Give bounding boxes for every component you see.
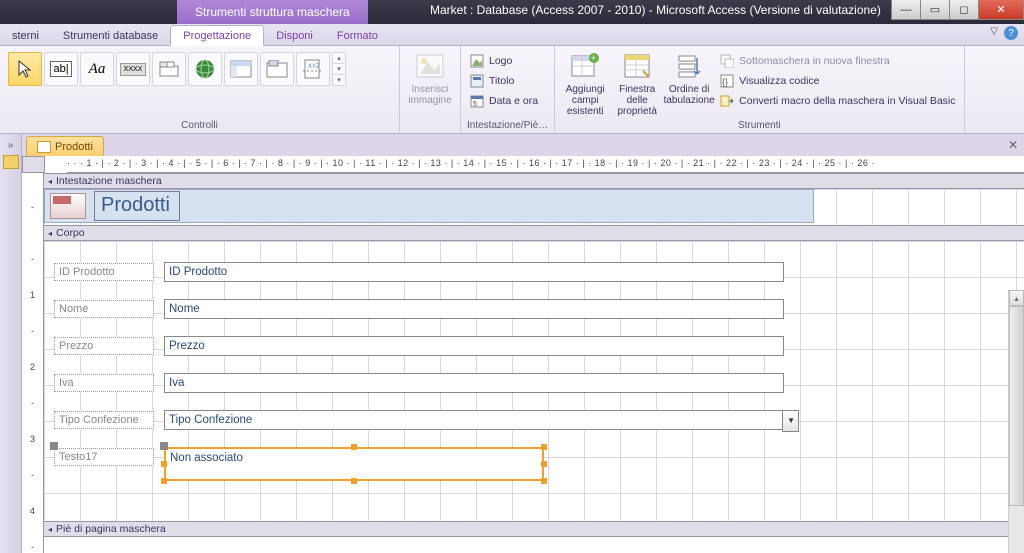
field-label-5[interactable]: Testo17: [54, 448, 154, 466]
maximize-button[interactable]: ◻: [949, 0, 979, 20]
field-label-4[interactable]: Tipo Confezione: [54, 411, 154, 429]
finestra-proprieta-button[interactable]: Finestra delle proprietà: [613, 48, 661, 119]
tab-formato[interactable]: Formato: [325, 26, 390, 45]
section-arrow-icon: ◂: [48, 525, 52, 534]
field-label-1[interactable]: Nome: [54, 300, 154, 318]
inserisci-immagine-button[interactable]: Inserisci immagine: [406, 48, 454, 108]
window-title: Market : Database (Access 2007 - 2010) -…: [430, 3, 881, 17]
selection-handle[interactable]: [541, 444, 547, 450]
group-controlli-label: Controlli: [6, 119, 393, 133]
section-arrow-icon: ◂: [48, 229, 52, 238]
form-title-label[interactable]: Prodotti: [94, 191, 180, 221]
move-handle[interactable]: [160, 442, 168, 450]
restore-button[interactable]: ▭: [920, 0, 950, 20]
title-bar: Strumenti struttura maschera Market : Da…: [0, 0, 1024, 24]
field-label-2[interactable]: Prezzo: [54, 337, 154, 355]
gallery-pagebreak[interactable]: XYZ: [296, 52, 330, 86]
gallery-pointer[interactable]: [8, 52, 42, 86]
selection-handle[interactable]: [161, 461, 167, 467]
help-icon[interactable]: ?: [1004, 26, 1018, 40]
group-strumenti-label: Strumenti: [561, 119, 957, 133]
ruler-corner[interactable]: [23, 157, 45, 173]
gallery-textbox[interactable]: ab|: [44, 52, 78, 86]
vertical-ruler[interactable]: --1-2-3-4-5-6-7-: [22, 173, 44, 553]
ordine-tabulazione-button[interactable]: Ordine di tabulazione: [665, 48, 713, 108]
ribbon-tabs: sterni Strumenti database Progettazione …: [0, 24, 1024, 46]
gallery-option-group[interactable]: [260, 52, 294, 86]
svg-text:XYZ: XYZ: [308, 64, 320, 70]
field-control-4[interactable]: Tipo Confezione▼: [164, 410, 784, 430]
converti-macro-button[interactable]: Converti macro della maschera in Visual …: [717, 92, 957, 110]
field-control-5[interactable]: Non associato: [164, 447, 544, 481]
combo-caret-icon[interactable]: ▼: [787, 416, 795, 425]
section-arrow-icon: ◂: [48, 177, 52, 186]
ribbon-minimize-icon[interactable]: ▽: [990, 26, 998, 40]
selection-handle[interactable]: [541, 461, 547, 467]
field-label-0[interactable]: ID Prodotto: [54, 263, 154, 281]
design-surface[interactable]: ◂Intestazione maschera Prodotti ◂Corpo I…: [44, 173, 1024, 553]
data-ora-button[interactable]: 5Data e ora: [467, 92, 540, 110]
form-logo-placeholder[interactable]: [50, 193, 86, 219]
section-bar-footer[interactable]: ◂Piè di pagina maschera: [44, 521, 1024, 537]
nav-expand-icon[interactable]: »: [8, 140, 14, 151]
ribbon: ab| Aa XXXX XYZ ▴▾▾ Controlli Inserisci …: [0, 46, 1024, 134]
move-handle[interactable]: [50, 442, 58, 450]
scroll-thumb[interactable]: [1009, 306, 1024, 506]
sottomaschera-button[interactable]: Sottomaschera in nuova finestra: [717, 52, 957, 70]
controls-gallery[interactable]: ab| Aa XXXX XYZ ▴▾▾: [6, 48, 348, 90]
svg-text:+: +: [591, 53, 596, 63]
logo-button[interactable]: Logo: [467, 52, 540, 70]
gallery-button[interactable]: XXXX: [116, 52, 150, 86]
svg-text:5: 5: [473, 101, 477, 108]
selection-handle[interactable]: [351, 478, 357, 484]
group-intestazione-label: Intestazione/Piè…: [467, 119, 548, 133]
tab-disponi[interactable]: Disponi: [264, 26, 325, 45]
document-close-icon[interactable]: ✕: [1008, 138, 1018, 152]
field-label-3[interactable]: Iva: [54, 374, 154, 392]
section-bar-header[interactable]: ◂Intestazione maschera: [44, 173, 1024, 189]
horizontal-ruler[interactable]: · · · 1 · | · 2 · | · 3 · | · 4 · | · 5 …: [67, 157, 1024, 173]
tab-progettazione[interactable]: Progettazione: [170, 25, 264, 46]
field-control-3[interactable]: Iva: [164, 373, 784, 393]
document-tabs: Prodotti ✕: [22, 134, 1024, 156]
selection-handle[interactable]: [351, 444, 357, 450]
gallery-more[interactable]: ▴▾▾: [332, 52, 346, 86]
scroll-up-button[interactable]: ▴: [1009, 290, 1024, 306]
vertical-scrollbar[interactable]: ▴: [1008, 290, 1024, 553]
titolo-button[interactable]: Titolo: [467, 72, 540, 90]
gallery-navigation[interactable]: [224, 52, 258, 86]
field-control-0[interactable]: ID Prodotto: [164, 262, 784, 282]
visualizza-codice-button[interactable]: {}Visualizza codice: [717, 72, 957, 90]
field-control-1[interactable]: Nome: [164, 299, 784, 319]
document-tab-prodotti[interactable]: Prodotti: [26, 136, 104, 156]
navigation-pane-collapsed[interactable]: »: [0, 134, 22, 553]
tab-strumenti-database[interactable]: Strumenti database: [51, 26, 170, 45]
aggiungi-campi-button[interactable]: + Aggiungi campi esistenti: [561, 48, 609, 119]
contextual-tab-title: Strumenti struttura maschera: [177, 0, 368, 24]
section-bar-body[interactable]: ◂Corpo: [44, 225, 1024, 241]
gallery-hyperlink[interactable]: [188, 52, 222, 86]
field-control-2[interactable]: Prezzo: [164, 336, 784, 356]
close-button[interactable]: ✕: [978, 0, 1024, 20]
minimize-button[interactable]: —: [891, 0, 921, 20]
forms-category-icon: [3, 155, 19, 169]
selection-handle[interactable]: [541, 478, 547, 484]
tab-esterni[interactable]: sterni: [0, 26, 51, 45]
gallery-label[interactable]: Aa: [80, 52, 114, 86]
selection-handle[interactable]: [161, 478, 167, 484]
svg-text:{}: {}: [722, 77, 728, 87]
form-icon: [37, 141, 51, 153]
gallery-tab[interactable]: [152, 52, 186, 86]
